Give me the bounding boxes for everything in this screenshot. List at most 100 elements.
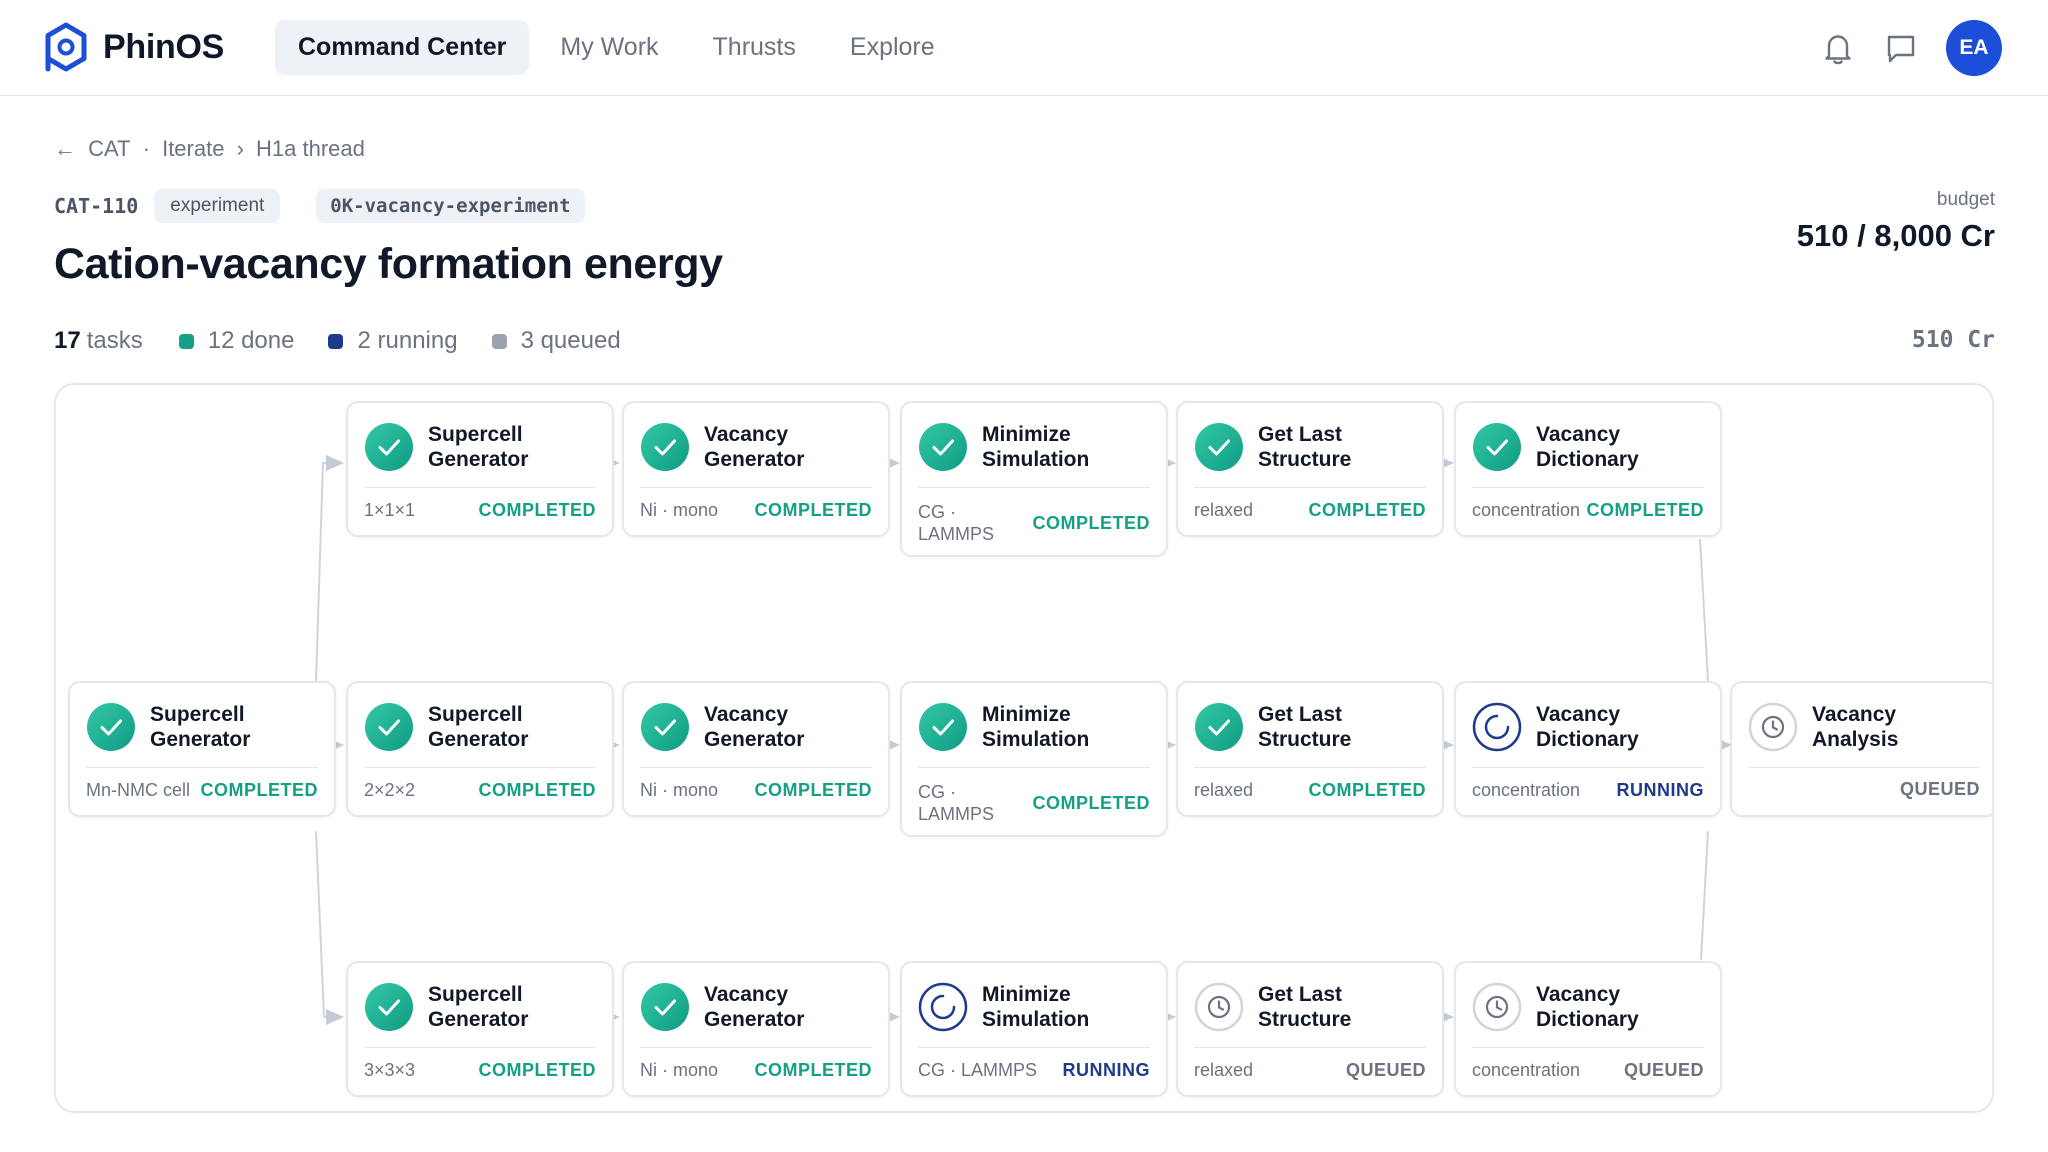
node-status: COMPLETED: [754, 1059, 872, 1080]
node-status: COMPLETED: [1032, 512, 1150, 533]
check-circle-icon: [365, 983, 413, 1031]
node-r3-vacancy-generator[interactable]: Vacancy Generator Ni · mono COMPLETED: [622, 961, 890, 1097]
node-title: Minimize Simulation: [982, 703, 1090, 751]
node-status: COMPLETED: [1586, 499, 1704, 520]
node-divider: [1194, 1047, 1426, 1048]
node-divider: [640, 767, 872, 768]
node-title: Minimize Simulation: [982, 423, 1090, 471]
breadcrumb-item-cat[interactable]: CAT: [88, 136, 130, 161]
node-status: COMPLETED: [478, 1059, 596, 1080]
node-r2-vacancy-dictionary[interactable]: Vacancy Dictionary concentration RUNNING: [1454, 681, 1722, 817]
node-status: QUEUED: [1623, 1059, 1704, 1080]
breadcrumb-separator: ·: [142, 136, 150, 161]
top-bar: PhinOS Command Center My Work Thrusts Ex…: [0, 0, 2048, 96]
node-r3-minimize-simulation[interactable]: Minimize Simulation CG · LAMMPS RUNNING: [900, 961, 1168, 1097]
running-stat: 2 running: [328, 327, 458, 355]
nav-thrusts[interactable]: Thrusts: [690, 20, 819, 75]
done-dot-icon: [178, 333, 194, 349]
node-divider: [1472, 767, 1704, 768]
node-vacancy-analysis[interactable]: Vacancy Analysis QUEUED: [1730, 681, 1992, 817]
node-r2-minimize-simulation[interactable]: Minimize Simulation CG · LAMMPS COMPLETE…: [900, 681, 1168, 837]
check-circle-icon: [641, 983, 689, 1031]
node-title: Vacancy Generator: [704, 983, 805, 1031]
clock-icon: [1472, 982, 1522, 1032]
check-circle-icon: [87, 703, 135, 751]
node-divider: [1472, 487, 1704, 488]
node-divider: [640, 1047, 872, 1048]
node-r1-vacancy-generator[interactable]: Vacancy Generator Ni · mono COMPLETED: [622, 401, 890, 537]
node-title: Vacancy Generator: [704, 423, 805, 471]
node-subtitle: relaxed: [1194, 1060, 1254, 1080]
running-count: 2 running: [357, 327, 458, 354]
node-title: Supercell Generator: [428, 423, 529, 471]
node-divider: [918, 767, 1150, 768]
breadcrumb-item-iterate[interactable]: Iterate: [162, 136, 224, 161]
nav-explore[interactable]: Explore: [827, 20, 958, 75]
main-nav: Command Center My Work Thrusts Explore: [275, 20, 966, 75]
node-status: QUEUED: [1345, 1059, 1426, 1080]
total-cost: 510 Cr: [1911, 327, 1995, 353]
node-status: COMPLETED: [1308, 499, 1426, 520]
spinner-icon: [1472, 702, 1522, 752]
node-subtitle: concentration: [1472, 780, 1581, 800]
node-status: COMPLETED: [754, 499, 872, 520]
node-subtitle: 2×2×2: [364, 780, 416, 800]
node-subtitle: Mn-NMC cell: [86, 780, 191, 800]
user-avatar[interactable]: EA: [1946, 20, 2002, 76]
node-title: Vacancy Generator: [704, 703, 805, 751]
node-r2-vacancy-generator[interactable]: Vacancy Generator Ni · mono COMPLETED: [622, 681, 890, 817]
workflow-graph: Supercell Generator Mn-NMC cell COMPLETE…: [54, 383, 1994, 1113]
node-status: QUEUED: [1899, 779, 1980, 799]
breadcrumb: ← CAT · Iterate › H1a thread: [54, 136, 371, 162]
check-circle-icon: [919, 703, 967, 751]
done-count: 12 done: [207, 327, 295, 354]
phinos-logo-icon[interactable]: [44, 22, 88, 72]
queued-count: 3 queued: [520, 327, 621, 354]
check-circle-icon: [641, 703, 689, 751]
node-subtitle: relaxed: [1194, 780, 1254, 800]
node-divider: [640, 487, 872, 488]
node-r2-supercell-generator[interactable]: Supercell Generator 2×2×2 COMPLETED: [346, 681, 614, 817]
nav-my-work[interactable]: My Work: [537, 20, 681, 75]
node-subtitle: Ni · mono: [640, 1060, 719, 1080]
spinner-icon: [918, 982, 968, 1032]
check-circle-icon: [641, 423, 689, 471]
back-arrow-icon[interactable]: ←: [54, 136, 76, 161]
node-r3-vacancy-dictionary[interactable]: Vacancy Dictionary concentration QUEUED: [1454, 961, 1722, 1097]
bell-icon[interactable]: [1820, 30, 1856, 66]
check-circle-icon: [1473, 423, 1521, 471]
node-r1-get-last-structure[interactable]: Get Last Structure relaxed COMPLETED: [1176, 401, 1444, 537]
node-status: COMPLETED: [754, 779, 872, 800]
node-subtitle: concentration: [1472, 500, 1581, 520]
queued-dot-icon: [491, 333, 507, 349]
node-r3-get-last-structure[interactable]: Get Last Structure relaxed QUEUED: [1176, 961, 1444, 1097]
node-subtitle: Ni · mono: [640, 780, 719, 800]
check-circle-icon: [365, 423, 413, 471]
chat-icon[interactable]: [1883, 30, 1919, 66]
node-root-supercell-generator[interactable]: Supercell Generator Mn-NMC cell COMPLETE…: [68, 681, 336, 817]
node-status: RUNNING: [1062, 1059, 1150, 1080]
page-title: Cation-vacancy formation energy: [54, 240, 723, 288]
running-dot-icon: [328, 333, 344, 349]
node-subtitle: Ni · mono: [640, 500, 719, 520]
node-status: COMPLETED: [478, 779, 596, 800]
node-divider: [1748, 767, 1980, 768]
node-title: Supercell Generator: [428, 983, 529, 1031]
node-title: Get Last Structure: [1258, 423, 1352, 471]
breadcrumb-separator: ›: [236, 136, 244, 161]
node-divider: [364, 1047, 596, 1048]
nav-command-center[interactable]: Command Center: [275, 20, 530, 75]
node-r2-get-last-structure[interactable]: Get Last Structure relaxed COMPLETED: [1176, 681, 1444, 817]
node-title: Vacancy Dictionary: [1536, 703, 1639, 751]
node-subtitle: relaxed: [1194, 500, 1254, 520]
check-circle-icon: [365, 703, 413, 751]
node-divider: [918, 1047, 1150, 1048]
node-r1-supercell-generator[interactable]: Supercell Generator 1×1×1 COMPLETED: [346, 401, 614, 537]
breadcrumb-item-thread[interactable]: H1a thread: [256, 136, 365, 161]
node-r1-vacancy-dictionary[interactable]: Vacancy Dictionary concentration COMPLET…: [1454, 401, 1722, 537]
node-r3-supercell-generator[interactable]: Supercell Generator 3×3×3 COMPLETED: [346, 961, 614, 1097]
node-r1-minimize-simulation[interactable]: Minimize Simulation CG · LAMMPS COMPLETE…: [900, 401, 1168, 557]
done-stat: 12 done: [178, 327, 295, 355]
check-circle-icon: [1195, 423, 1243, 471]
brand-name[interactable]: PhinOS: [103, 28, 224, 67]
